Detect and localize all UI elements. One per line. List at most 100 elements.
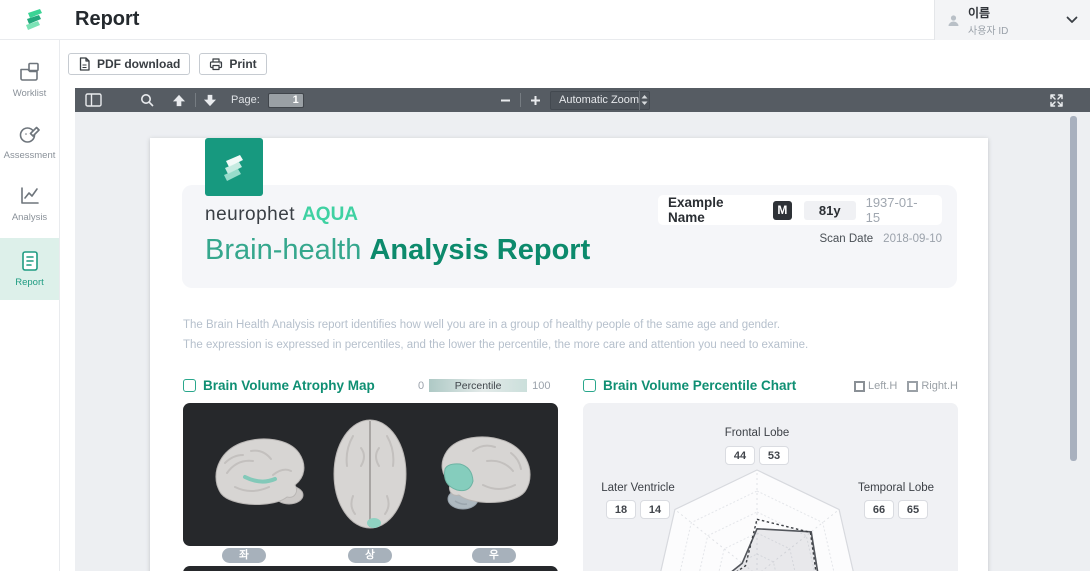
zoom-in-icon[interactable]: [530, 95, 541, 106]
temporal-values: 66 65: [864, 500, 928, 519]
action-bar: PDF download Print: [60, 40, 1090, 88]
sidebar-item-label: Analysis: [12, 212, 47, 223]
person-icon: [947, 14, 960, 27]
sidebar-item-label: Worklist: [13, 88, 47, 99]
axis-label-temporal: Temporal Lobe: [836, 482, 956, 494]
topbar: Report 이름 사용자 ID: [0, 0, 1090, 40]
search-icon[interactable]: [140, 93, 154, 107]
print-label: Print: [229, 57, 256, 71]
pdf-viewer: Page: Automatic Zoom: [75, 88, 1090, 571]
frontal-values: 44 53: [725, 446, 789, 465]
view-label-right: 우: [472, 548, 516, 563]
page-down-icon[interactable]: [203, 94, 217, 107]
page-up-icon[interactable]: [172, 94, 186, 107]
pdf-download-button[interactable]: PDF download: [68, 53, 190, 75]
atrophy-section-title: Brain Volume Atrophy Map: [203, 378, 375, 393]
percentile-section-header: Brain Volume Percentile Chart: [583, 378, 796, 393]
atrophy-section-header: Brain Volume Atrophy Map: [183, 378, 375, 393]
percentile-scale-label: Percentile: [429, 379, 527, 392]
report-title-bold: Analysis Report: [369, 234, 590, 266]
value-box: 14: [640, 500, 670, 519]
scan-date-value: 2018-09-10: [883, 233, 942, 245]
printer-icon: [209, 57, 223, 71]
axis-label-frontal: Frontal Lobe: [697, 427, 817, 439]
lateral-ventricle-values: 18 14: [606, 500, 670, 519]
zoom-level-value: Automatic Zoom: [551, 94, 639, 106]
solid-square-icon: [854, 381, 865, 392]
select-arrows-icon: [639, 91, 649, 110]
scan-date-row: Scan Date 2018-09-10: [819, 233, 942, 245]
sidebar-toggle-icon[interactable]: [85, 93, 102, 107]
dashed-square-icon: [907, 381, 918, 392]
percentile-gradient-bar: Percentile: [429, 379, 527, 392]
patient-birth-date: 1937-01-15: [866, 195, 932, 225]
page-number-input[interactable]: [268, 93, 304, 108]
app-window: Report 이름 사용자 ID Worklist: [0, 0, 1090, 572]
brain-atrophy-panel: [183, 403, 558, 546]
print-button[interactable]: Print: [199, 53, 266, 75]
percentile-scale: 0 Percentile 100: [418, 379, 550, 392]
legend-left-hemisphere: Left.H: [854, 380, 897, 392]
legend-right-hemisphere: Right.H: [907, 380, 958, 392]
view-label-left: 좌: [222, 548, 266, 563]
brand-name: neurophet: [205, 204, 295, 225]
scan-date-label: Scan Date: [819, 233, 873, 245]
atrophy-checkbox[interactable]: [183, 379, 196, 392]
report-title: Brain-health Analysis Report: [205, 234, 590, 267]
sidebar-item-analysis[interactable]: Analysis: [0, 176, 59, 232]
percentile-chart-panel: Frontal Lobe 44 53 Later Ventricle 18 14…: [583, 403, 958, 571]
value-box: 53: [759, 446, 789, 465]
sidebar-item-report[interactable]: Report: [0, 238, 59, 300]
pdf-toolbar: Page: Automatic Zoom: [75, 88, 1090, 112]
user-id: 사용자 ID: [968, 22, 1066, 37]
sidebar: Worklist Assessment Analysis: [0, 40, 60, 571]
fullscreen-icon[interactable]: [1049, 93, 1064, 108]
value-box: 66: [864, 500, 894, 519]
content-area: PDF download Print: [60, 40, 1090, 571]
patient-info-box: Example Name M 81y 1937-01-15: [658, 195, 942, 225]
brain-renders-image: [183, 403, 558, 546]
neurophet-logo-icon: [205, 138, 263, 196]
view-label-top: 상: [348, 548, 392, 563]
chart-legend: Left.H Right.H: [854, 380, 958, 392]
user-menu[interactable]: 이름 사용자 ID: [934, 0, 1090, 40]
pdf-file-icon: [78, 57, 91, 71]
vertical-scrollbar-thumb[interactable]: [1070, 116, 1077, 461]
patient-age: 81y: [804, 201, 856, 220]
report-icon: [18, 250, 42, 272]
app-logo-icon: [16, 4, 48, 36]
sidebar-item-assessment[interactable]: Assessment: [0, 114, 59, 170]
sidebar-item-label: Assessment: [4, 150, 56, 161]
pdf-download-label: PDF download: [97, 57, 180, 71]
value-box: 18: [606, 500, 636, 519]
product-name: AQUA: [302, 204, 358, 225]
sidebar-item-worklist[interactable]: Worklist: [0, 52, 59, 108]
page-title: Report: [75, 8, 139, 31]
percentile-section-title: Brain Volume Percentile Chart: [603, 378, 796, 393]
pdf-scroll-area[interactable]: neurophet AQUA Brain-health Analysis Repo…: [75, 112, 1090, 571]
brain-atrophy-panel-2: [183, 566, 558, 571]
analysis-icon: [18, 185, 42, 207]
zoom-level-select[interactable]: Automatic Zoom: [550, 91, 650, 110]
patient-sex-badge: M: [773, 201, 792, 220]
value-box: 44: [725, 446, 755, 465]
user-name: 이름: [968, 4, 1066, 21]
percentile-checkbox[interactable]: [583, 379, 596, 392]
description-line: The expression is expressed in percentil…: [183, 335, 808, 355]
axis-label-lateral-ventricle: Later Ventricle: [578, 482, 698, 494]
chevron-down-icon: [1066, 16, 1078, 24]
scale-max: 100: [532, 380, 550, 392]
zoom-out-icon[interactable]: [500, 95, 511, 106]
report-title-light: Brain-health: [205, 234, 361, 266]
page-label: Page:: [231, 94, 260, 106]
worklist-icon: [18, 61, 42, 83]
report-page: neurophet AQUA Brain-health Analysis Repo…: [150, 138, 988, 571]
description-line: The Brain Health Analysis report identif…: [183, 315, 808, 335]
assessment-icon: [18, 123, 42, 145]
patient-name: Example Name: [668, 195, 764, 225]
sidebar-item-label: Report: [15, 277, 44, 288]
scale-min: 0: [418, 380, 424, 392]
brand-line: neurophet AQUA: [205, 204, 358, 226]
value-box: 65: [898, 500, 928, 519]
report-description: The Brain Health Analysis report identif…: [183, 315, 808, 355]
